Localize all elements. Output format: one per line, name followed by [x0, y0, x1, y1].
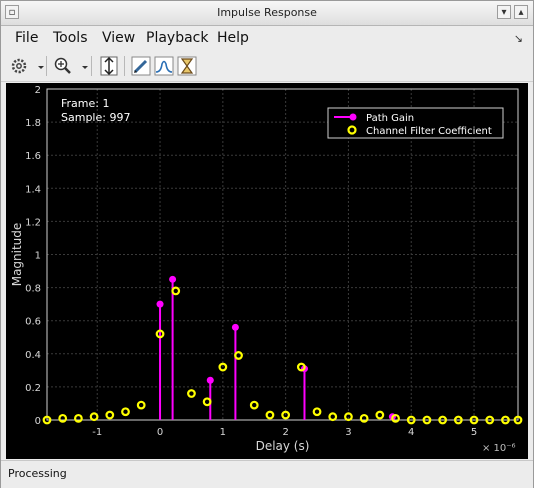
- filter-coefficient-marker: [265, 410, 275, 420]
- filter-coefficient-marker: [296, 362, 306, 372]
- dock-arrow-icon[interactable]: ↘: [514, 32, 523, 45]
- y-tick-label: 0.6: [25, 317, 41, 328]
- y-axis-label: Magnitude: [10, 223, 24, 287]
- toolbar-separator: [46, 56, 47, 76]
- path-gain-marker: [156, 300, 164, 308]
- y-tick-label: 1.8: [25, 118, 41, 129]
- filter-coefficient-marker: [281, 410, 291, 420]
- window-title: Impulse Response: [217, 6, 317, 19]
- menu-file-label: File: [15, 30, 39, 46]
- path-gain-marker: [231, 323, 239, 331]
- filter-coefficient-marker: [171, 286, 181, 296]
- zoom-dropdown-icon[interactable]: [74, 55, 88, 77]
- x-tick-label: 4: [408, 427, 414, 438]
- gear-dropdown-icon[interactable]: [30, 55, 44, 77]
- menu-playback[interactable]: Playback: [146, 30, 208, 46]
- fit-vertical-icon[interactable]: [98, 55, 120, 77]
- menu-playback-label: Playback: [146, 30, 209, 46]
- status-bar: Processing: [1, 460, 533, 488]
- y-tick-label: 0: [35, 416, 41, 427]
- filter-coefficient-marker: [136, 400, 146, 410]
- gear-icon[interactable]: [9, 55, 31, 77]
- path-gain-marker: [169, 275, 177, 283]
- y-tick-labels: 0 0.2 0.4 0.6 0.8 1 1.2 1.4 1.6 1.8 2: [25, 85, 41, 427]
- toolbar-separator: [91, 56, 92, 76]
- toolbar: [1, 51, 533, 82]
- legend-filter-coeff-label: Channel Filter Coefficient: [366, 126, 492, 137]
- filter-coefficient-marker: [202, 397, 212, 407]
- edit-pen-icon[interactable]: [130, 55, 152, 77]
- legend-path-gain-marker: [349, 113, 357, 121]
- distribution-icon[interactable]: [153, 55, 175, 77]
- window-menu-icon[interactable]: ▫: [5, 5, 19, 19]
- x-tick-label: 1: [220, 427, 226, 438]
- x-axis-exponent: × 10⁻⁶: [482, 443, 516, 454]
- legend[interactable]: Path Gain Channel Filter Coefficient: [327, 107, 504, 139]
- menu-view[interactable]: View: [102, 30, 135, 46]
- filter-coefficient-marker: [359, 413, 369, 423]
- filter-coefficient-marker: [312, 407, 322, 417]
- filter-coefficient-marker: [218, 362, 228, 372]
- filter-coefficient-marker: [73, 413, 83, 423]
- filter-coefficient-marker: [375, 410, 385, 420]
- minimize-icon[interactable]: ▾: [497, 5, 511, 19]
- filter-coefficient-series: [42, 286, 523, 425]
- menu-tools[interactable]: Tools: [53, 30, 88, 46]
- menu-file[interactable]: File: [15, 30, 38, 46]
- y-tick-label: 1: [35, 251, 41, 262]
- menu-bar: File Tools View Playback Help ↘: [1, 26, 533, 50]
- x-axis-label: Delay (s): [256, 439, 310, 453]
- title-bar: Impulse Response ▫ ▾ ▴: [1, 1, 533, 26]
- y-tick-label: 1.6: [25, 151, 41, 162]
- zoom-in-icon[interactable]: [52, 55, 74, 77]
- filter-coefficient-marker: [105, 410, 115, 420]
- filter-coefficient-marker: [328, 412, 338, 422]
- y-tick-label: 0.4: [25, 350, 41, 361]
- x-tick-label: 2: [282, 427, 288, 438]
- menu-tools-label: Tools: [53, 30, 88, 46]
- x-tick-label: 5: [471, 427, 477, 438]
- status-text: Processing: [8, 467, 67, 480]
- maximize-icon[interactable]: ▴: [514, 5, 528, 19]
- y-tick-label: 1.4: [25, 184, 41, 195]
- path-gain-marker: [206, 376, 214, 384]
- y-tick-label: 0.2: [25, 383, 41, 394]
- x-tick-label: -1: [92, 427, 102, 438]
- sample-label: Sample: 997: [61, 111, 130, 124]
- filter-coefficient-marker: [234, 351, 243, 360]
- filter-coefficient-marker: [187, 389, 196, 398]
- toolbar-separator: [124, 56, 125, 76]
- filter-coefficient-marker: [249, 400, 259, 410]
- menu-help-label: Help: [217, 30, 249, 46]
- filter-coefficient-marker: [344, 412, 353, 422]
- frame-label: Frame: 1: [61, 97, 109, 110]
- app-window: Impulse Response ▫ ▾ ▴ File Tools View P…: [0, 0, 534, 488]
- menu-view-label: View: [102, 30, 136, 46]
- impulse-response-plot[interactable]: 0 0.2 0.4 0.6 0.8 1 1.2 1.4 1.6 1.8 2 -1 0 1 2 3 4 5 Fra…: [6, 83, 528, 459]
- x-tick-labels: -1 0 1 2 3 4 5: [92, 427, 477, 438]
- y-tick-label: 1.2: [25, 217, 41, 228]
- filter-coefficient-marker: [391, 413, 400, 423]
- grid-lines: [47, 88, 518, 421]
- hourglass-icon[interactable]: [176, 55, 198, 77]
- filter-coefficient-marker: [121, 407, 130, 417]
- x-tick-label: 0: [157, 427, 163, 438]
- path-gain-series: [156, 275, 396, 421]
- filter-coefficient-marker: [89, 412, 99, 422]
- filter-coefficient-marker: [58, 413, 68, 423]
- y-tick-label: 0.8: [25, 284, 41, 295]
- x-tick-label: 3: [345, 427, 351, 438]
- plot-panel: 0 0.2 0.4 0.6 0.8 1 1.2 1.4 1.6 1.8 2 -1 0 1 2 3 4 5 Fra…: [6, 83, 528, 459]
- menu-help[interactable]: Help: [217, 30, 249, 46]
- y-tick-label: 2: [35, 85, 41, 96]
- legend-path-gain-label: Path Gain: [366, 113, 414, 124]
